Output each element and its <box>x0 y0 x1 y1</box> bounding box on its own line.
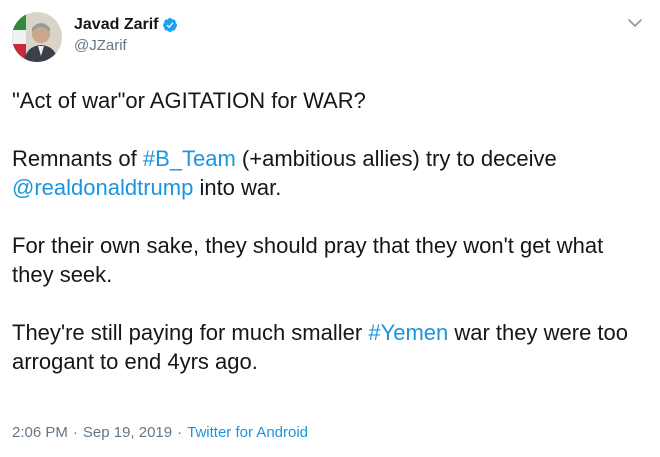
tweet-text-segment: Remnants of <box>12 146 143 171</box>
tweet-text-segment: For their own sake, they should pray tha… <box>12 233 604 287</box>
avatar-image <box>12 12 62 62</box>
tweet-paragraph: Remnants of #B_Team (+ambitious allies) … <box>12 144 646 202</box>
meta-separator: · <box>177 424 183 441</box>
hashtag-link[interactable]: #B_Team <box>143 146 236 171</box>
tweet-text-segment: (+ambitious allies) try to deceive <box>235 146 557 171</box>
tweet-text: "Act of war"or AGITATION for WAR? Remnant… <box>12 86 646 376</box>
meta-separator: · <box>72 424 78 441</box>
name-row: Javad Zarif <box>74 14 178 36</box>
tweet-paragraph: "Act of war"or AGITATION for WAR? <box>12 86 646 115</box>
tweet-text-segment: into war. <box>193 175 282 200</box>
tweet-text-segment: "Act of war"or AGITATION for WAR? <box>12 88 366 113</box>
author-info: Javad Zarif @JZarif <box>74 14 178 54</box>
tweet-header: Javad Zarif @JZarif <box>12 10 646 68</box>
tweet-source-link[interactable]: Twitter for Android <box>187 424 308 441</box>
tweet-meta: 2:06 PM · Sep 19, 2019 · Twitter for And… <box>12 424 308 441</box>
chevron-down-icon[interactable] <box>624 12 646 34</box>
tweet-time[interactable]: 2:06 PM <box>12 424 68 441</box>
tweet-paragraph: They're still paying for much smaller #Y… <box>12 318 646 376</box>
tweet-card: Javad Zarif @JZarif "Act of war"or AGITA… <box>0 0 660 457</box>
tweet-text-segment: They're still paying for much smaller <box>12 320 369 345</box>
avatar[interactable] <box>12 12 62 62</box>
hashtag-link[interactable]: #Yemen <box>368 320 448 345</box>
verified-badge-icon <box>162 17 178 33</box>
tweet-paragraph: For their own sake, they should pray tha… <box>12 231 646 289</box>
mention-link[interactable]: @realdonaldtrump <box>12 175 193 200</box>
tweet-date[interactable]: Sep 19, 2019 <box>83 424 172 441</box>
author-handle[interactable]: @JZarif <box>74 37 178 54</box>
author-display-name[interactable]: Javad Zarif <box>74 16 158 34</box>
